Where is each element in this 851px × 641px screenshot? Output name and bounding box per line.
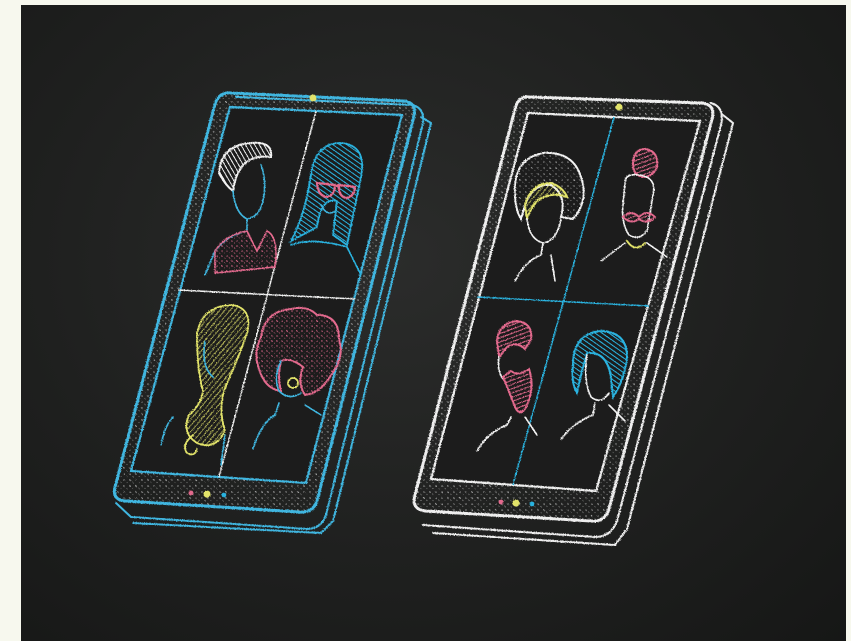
left-phone-button-cyan (221, 492, 227, 498)
chalk-scene (113, 91, 734, 546)
left-phone (113, 91, 432, 534)
right-phone-button-cyan (529, 501, 535, 507)
right-phone-button-yellow (512, 499, 520, 507)
chalkboard-illustration (21, 5, 846, 641)
left-phone-camera-dot (309, 94, 317, 102)
left-phone-button-yellow (203, 490, 211, 498)
right-phone-button-pink (498, 499, 504, 505)
right-phone-camera-dot (615, 103, 623, 111)
left-phone-button-pink (188, 490, 194, 496)
